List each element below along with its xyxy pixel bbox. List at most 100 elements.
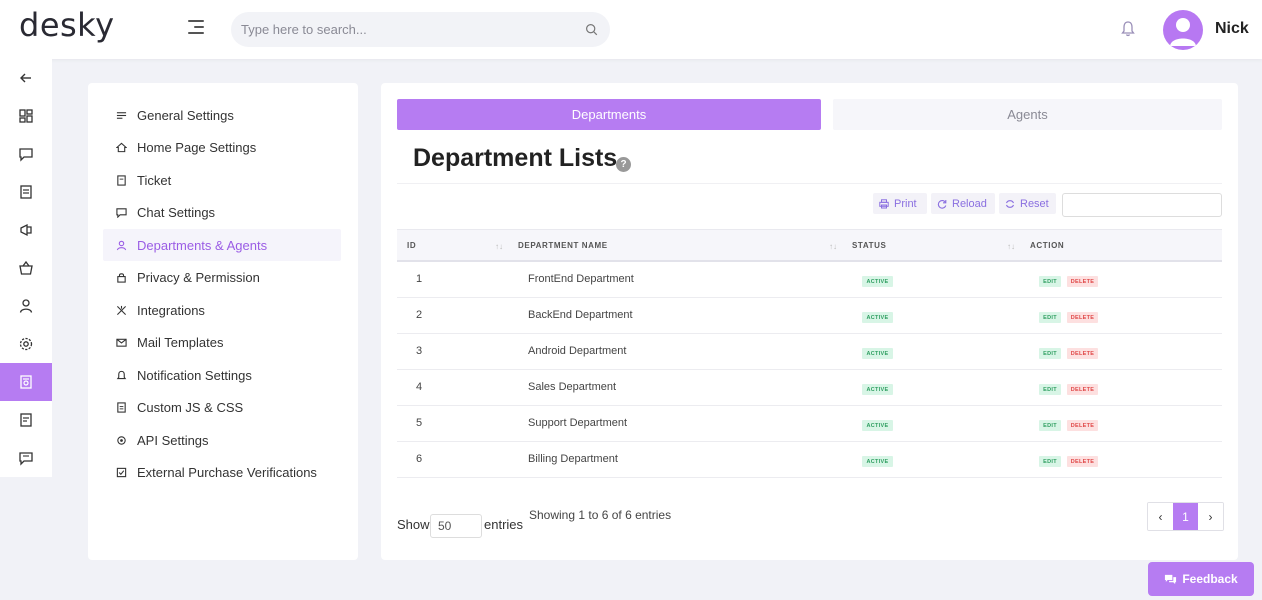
delete-button[interactable]: DELETE [1067,420,1098,431]
reload-button[interactable]: Reload [931,193,995,214]
user-avatar[interactable] [1163,10,1203,50]
basket-icon [19,260,33,275]
print-button[interactable]: Print [873,193,927,214]
settings-item-label: External Purchase Verifications [137,464,317,480]
table-row: 4 Sales Department ACTIVE EDIT DELETE [397,370,1222,406]
rail-tickets[interactable] [0,173,52,211]
edit-button[interactable]: EDIT [1039,312,1061,323]
delete-button[interactable]: DELETE [1067,384,1098,395]
cell-department-name: Billing Department [528,453,618,465]
settings-item-privacy[interactable]: Privacy & Permission [103,261,341,293]
megaphone-icon [20,223,32,237]
settings-item-custom-js-css[interactable]: Custom JS & CSS [103,391,341,423]
settings-item-external-purchase[interactable]: External Purchase Verifications [103,456,341,488]
rail-users[interactable] [0,287,52,325]
sort-arrows-icon[interactable]: ↑↓ [1007,242,1015,251]
column-header-id[interactable]: ID [407,241,416,250]
edit-button[interactable]: EDIT [1039,276,1061,287]
search-input[interactable] [241,12,571,47]
sort-arrows-icon[interactable]: ↑↓ [829,242,837,251]
column-header-status[interactable]: STATUS [852,241,886,250]
settings-item-home-page[interactable]: Home Page Settings [103,131,341,163]
table-row: 1 FrontEnd Department ACTIVE EDIT DELETE [397,262,1222,298]
page-title: Department Lists [413,144,618,172]
department-panel: Departments Agents Department Lists ? Pr… [381,83,1238,560]
cell-id: 2 [416,309,423,321]
settings-item-label: Home Page Settings [137,139,257,155]
settings-item-departments-agents[interactable]: Departments & Agents [103,229,341,261]
reload-label: Reload [952,197,987,210]
edit-button[interactable]: EDIT [1039,420,1061,431]
prev-page-button[interactable]: ‹ [1148,503,1173,530]
delete-button[interactable]: DELETE [1067,312,1098,323]
pagination: ‹ 1 › [1147,502,1224,531]
rail-announcements[interactable] [0,211,52,249]
settings-item-chat[interactable]: Chat Settings [103,196,341,228]
cell-department-name: FrontEnd Department [528,273,634,285]
ticket-icon [20,185,32,199]
rail-settings[interactable] [0,325,52,363]
tab-agents[interactable]: Agents [833,99,1222,130]
rail-back[interactable] [0,59,52,97]
user-name[interactable]: Nick [1215,20,1249,38]
check-square-icon [116,467,127,477]
column-header-name[interactable]: DEPARTMENT NAME [518,241,608,250]
sort-arrows-icon[interactable]: ↑↓ [495,242,503,251]
document-icon [20,413,32,427]
delete-button[interactable]: DELETE [1067,276,1098,287]
settings-item-api[interactable]: API Settings [103,424,341,456]
rail-messages[interactable] [0,439,52,477]
cell-department-name: Support Department [528,417,628,429]
settings-item-mail-templates[interactable]: Mail Templates [103,326,341,358]
settings-item-label: Chat Settings [137,204,216,220]
cell-id: 1 [416,273,423,285]
app-logo[interactable]: desky [19,6,115,44]
print-label: Print [894,197,917,210]
rail-settings-page[interactable] [0,363,52,401]
api-icon [117,435,126,445]
rail-chat[interactable] [0,135,52,173]
delete-button[interactable]: DELETE [1067,348,1098,359]
page-button-1[interactable]: 1 [1173,503,1198,530]
settings-item-notifications[interactable]: Notification Settings [103,359,341,391]
notification-bell-icon[interactable] [1120,20,1136,38]
column-header-action: ACTION [1030,241,1065,250]
ticket-icon [117,174,126,186]
settings-page-icon [20,375,32,389]
settings-item-integrations[interactable]: Integrations [103,294,341,326]
table-search-input[interactable] [1062,193,1222,217]
cell-department-name: BackEnd Department [528,309,633,321]
delete-button[interactable]: DELETE [1067,456,1098,467]
title-divider [397,183,1222,184]
settings-item-general[interactable]: General Settings [103,99,341,131]
reset-button[interactable]: Reset [999,193,1056,214]
page-size-select[interactable]: 50 [430,514,482,538]
status-badge: ACTIVE [862,384,893,395]
cell-id: 4 [416,381,423,393]
search-box [231,12,610,47]
search-icon[interactable] [585,23,598,36]
printer-icon [879,198,889,208]
settings-item-label: Integrations [137,302,205,318]
edit-button[interactable]: EDIT [1039,456,1061,467]
reset-icon [1005,199,1015,208]
status-badge: ACTIVE [862,456,893,467]
status-badge: ACTIVE [862,420,893,431]
tab-departments[interactable]: Departments [397,99,821,130]
rail-store[interactable] [0,249,52,287]
reset-label: Reset [1020,197,1049,210]
show-label: Show [397,517,430,532]
menu-toggle-icon[interactable] [188,20,204,36]
rail-dashboard[interactable] [0,97,52,135]
table-row: 2 BackEnd Department ACTIVE EDIT DELETE [397,298,1222,334]
edit-button[interactable]: EDIT [1039,384,1061,395]
settings-item-label: Custom JS & CSS [137,399,244,415]
feedback-button[interactable]: Feedback [1148,562,1254,596]
lock-icon [117,272,126,283]
rail-documents[interactable] [0,401,52,439]
code-file-icon [117,401,126,413]
edit-button[interactable]: EDIT [1039,348,1061,359]
settings-item-ticket[interactable]: Ticket [103,164,341,196]
next-page-button[interactable]: › [1198,503,1223,530]
help-icon[interactable]: ? [616,157,631,172]
